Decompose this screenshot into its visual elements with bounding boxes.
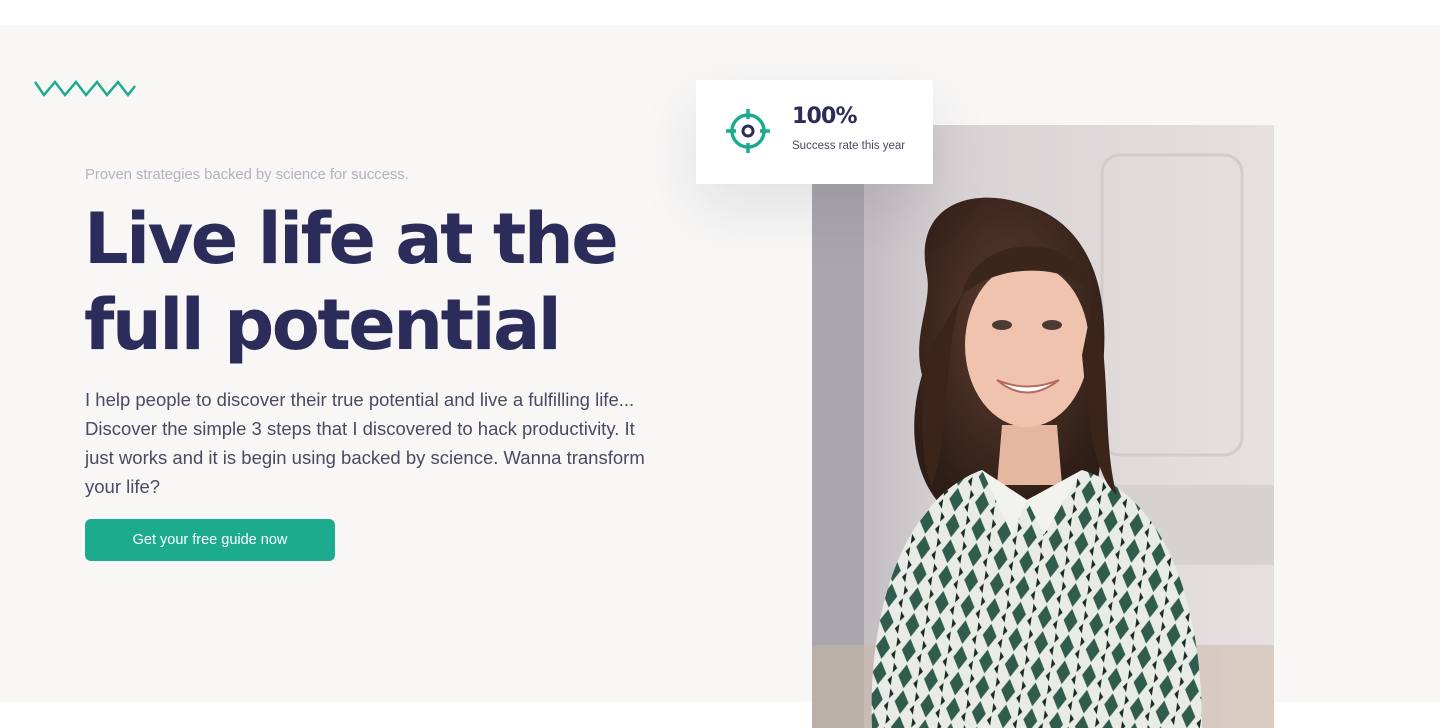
page: Proven strategies backed by science for …: [0, 0, 1440, 728]
zigzag-icon: [34, 80, 136, 98]
target-icon: [726, 109, 770, 153]
get-free-guide-button[interactable]: Get your free guide now: [85, 519, 335, 561]
hero-description: I help people to discover their true pot…: [85, 389, 645, 497]
stat-value: 100%: [792, 104, 858, 129]
portrait-illustration: [812, 125, 1274, 728]
portrait-photo: [812, 125, 1274, 728]
hero-headline: Live life at the full potential: [84, 196, 704, 368]
headline-line-2: full potential: [84, 284, 562, 366]
headline-line-1: Live life at the: [84, 198, 619, 280]
success-stat-card: 100% Success rate this year: [696, 80, 933, 184]
stat-label: Success rate this year: [792, 140, 906, 152]
hero-eyebrow: Proven strategies backed by science for …: [85, 166, 409, 183]
